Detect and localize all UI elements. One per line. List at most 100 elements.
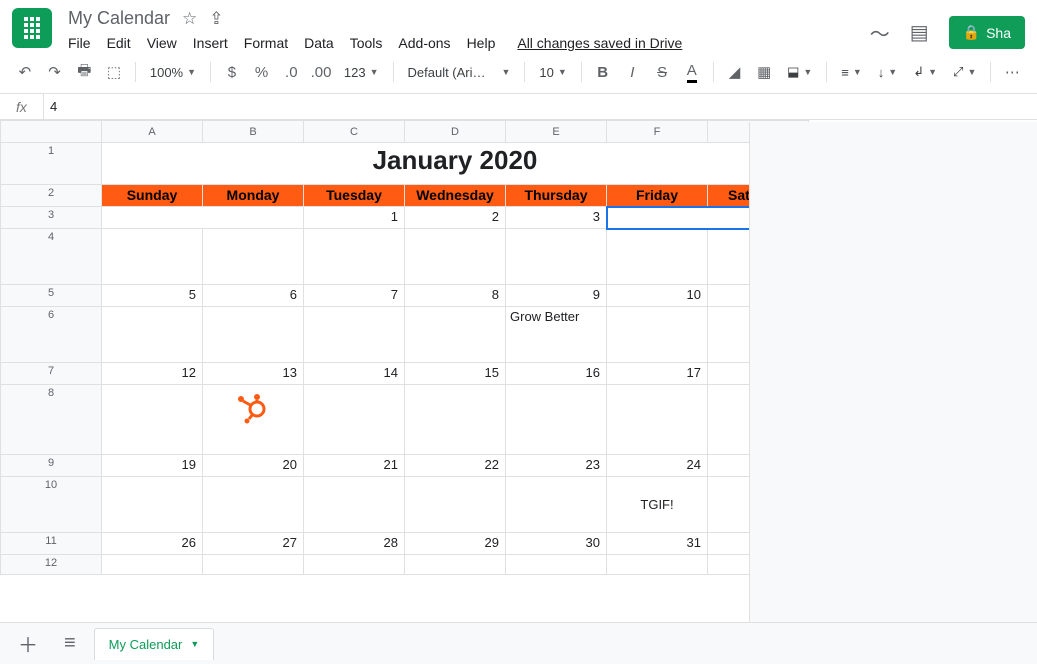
activity-icon[interactable]: 〜 bbox=[870, 18, 890, 47]
save-status[interactable]: All changes saved in Drive bbox=[517, 35, 682, 51]
cell[interactable] bbox=[102, 207, 304, 229]
row-header-8[interactable]: 8 bbox=[1, 385, 102, 455]
redo-button[interactable]: ↷ bbox=[42, 59, 68, 85]
cell[interactable]: 22 bbox=[405, 455, 506, 477]
cell[interactable] bbox=[304, 477, 405, 533]
cell[interactable]: 1 bbox=[304, 207, 405, 229]
font-size-dropdown[interactable]: 10▼ bbox=[533, 59, 572, 85]
cell[interactable] bbox=[607, 229, 708, 285]
cell[interactable] bbox=[102, 477, 203, 533]
calendar-title-cell[interactable]: January 2020 bbox=[102, 143, 809, 185]
cell[interactable]: 29 bbox=[405, 533, 506, 555]
cell[interactable] bbox=[203, 229, 304, 285]
cell[interactable]: 9 bbox=[506, 285, 607, 307]
merge-button[interactable]: ⬓▼ bbox=[781, 59, 818, 85]
cell[interactable]: 24 bbox=[607, 455, 708, 477]
cell[interactable]: 14 bbox=[304, 363, 405, 385]
cell[interactable]: 3 bbox=[506, 207, 607, 229]
document-title[interactable]: My Calendar bbox=[68, 8, 170, 29]
comments-icon[interactable]: ▤ bbox=[910, 20, 929, 45]
cell[interactable]: 21 bbox=[304, 455, 405, 477]
col-header-C[interactable]: C bbox=[304, 121, 405, 143]
cell[interactable] bbox=[405, 385, 506, 455]
cell[interactable] bbox=[203, 307, 304, 363]
share-button[interactable]: 🔒 Sha bbox=[949, 16, 1025, 49]
fill-color-button[interactable]: ◢ bbox=[722, 59, 748, 85]
star-icon[interactable]: ☆ bbox=[182, 9, 197, 29]
cell[interactable]: 30 bbox=[506, 533, 607, 555]
day-header[interactable]: Wednesday bbox=[405, 185, 506, 207]
empty-grid-area[interactable] bbox=[749, 122, 1037, 622]
menu-help[interactable]: Help bbox=[467, 35, 496, 51]
increase-decimal-button[interactable]: .00 bbox=[308, 59, 334, 85]
menu-format[interactable]: Format bbox=[244, 35, 288, 51]
day-header[interactable]: Monday bbox=[203, 185, 304, 207]
paint-format-button[interactable]: ⬚ bbox=[101, 59, 127, 85]
cell[interactable] bbox=[102, 229, 203, 285]
print-button[interactable]: 🖶 bbox=[71, 59, 97, 85]
cell[interactable] bbox=[506, 385, 607, 455]
cell[interactable]: 20 bbox=[203, 455, 304, 477]
row-header-3[interactable]: 3 bbox=[1, 207, 102, 229]
wrap-button[interactable]: ↲▼ bbox=[907, 59, 943, 85]
strikethrough-button[interactable]: S bbox=[649, 59, 675, 85]
rotate-button[interactable]: ⤢▼ bbox=[947, 59, 982, 85]
cell[interactable]: 10 bbox=[607, 285, 708, 307]
menu-view[interactable]: View bbox=[147, 35, 177, 51]
row-header-5[interactable]: 5 bbox=[1, 285, 102, 307]
more-button[interactable]: ⋯ bbox=[999, 59, 1025, 85]
col-header-F[interactable]: F bbox=[607, 121, 708, 143]
add-sheet-button[interactable]: ＋ bbox=[10, 625, 46, 662]
day-header[interactable]: Friday bbox=[607, 185, 708, 207]
cell[interactable] bbox=[102, 555, 203, 575]
day-header[interactable]: Tuesday bbox=[304, 185, 405, 207]
row-header-10[interactable]: 10 bbox=[1, 477, 102, 533]
italic-button[interactable]: I bbox=[620, 59, 646, 85]
cell[interactable]: 28 bbox=[304, 533, 405, 555]
col-header-B[interactable]: B bbox=[203, 121, 304, 143]
cell[interactable] bbox=[203, 555, 304, 575]
cell[interactable] bbox=[405, 307, 506, 363]
cell[interactable]: 26 bbox=[102, 533, 203, 555]
cell[interactable] bbox=[506, 229, 607, 285]
h-align-button[interactable]: ≡▼ bbox=[835, 59, 868, 85]
row-header-1[interactable]: 1 bbox=[1, 143, 102, 185]
cell[interactable]: 2 bbox=[405, 207, 506, 229]
cell[interactable] bbox=[506, 477, 607, 533]
decrease-decimal-button[interactable]: .0 bbox=[278, 59, 304, 85]
number-format-dropdown[interactable]: 123▼ bbox=[338, 59, 385, 85]
text-color-button[interactable]: A bbox=[679, 59, 705, 85]
row-header-6[interactable]: 6 bbox=[1, 307, 102, 363]
menu-addons[interactable]: Add-ons bbox=[398, 35, 450, 51]
cell[interactable]: Grow Better bbox=[506, 307, 607, 363]
cell[interactable]: 16 bbox=[506, 363, 607, 385]
cell[interactable] bbox=[304, 385, 405, 455]
cell[interactable] bbox=[607, 385, 708, 455]
all-sheets-button[interactable]: ≡ bbox=[56, 628, 84, 659]
cell[interactable] bbox=[203, 385, 304, 455]
menu-insert[interactable]: Insert bbox=[193, 35, 228, 51]
spreadsheet-grid[interactable]: A B C D E F G 1 January 2020 2 Sunday Mo… bbox=[0, 120, 809, 575]
cell[interactable] bbox=[405, 555, 506, 575]
menu-file[interactable]: File bbox=[68, 35, 91, 51]
row-header-12[interactable]: 12 bbox=[1, 555, 102, 575]
select-all-corner[interactable] bbox=[1, 121, 102, 143]
row-header-4[interactable]: 4 bbox=[1, 229, 102, 285]
cell[interactable]: 23 bbox=[506, 455, 607, 477]
cell[interactable] bbox=[102, 307, 203, 363]
v-align-button[interactable]: ↓▼ bbox=[872, 59, 903, 85]
cell[interactable] bbox=[102, 385, 203, 455]
menu-tools[interactable]: Tools bbox=[350, 35, 383, 51]
cell[interactable] bbox=[405, 477, 506, 533]
row-header-11[interactable]: 11 bbox=[1, 533, 102, 555]
cell[interactable] bbox=[304, 555, 405, 575]
sheets-logo[interactable] bbox=[12, 8, 52, 48]
zoom-dropdown[interactable]: 100%▼ bbox=[144, 59, 202, 85]
cell[interactable] bbox=[405, 229, 506, 285]
cell[interactable]: 19 bbox=[102, 455, 203, 477]
formula-input[interactable]: 4 bbox=[44, 99, 57, 114]
col-header-A[interactable]: A bbox=[102, 121, 203, 143]
undo-button[interactable]: ↶ bbox=[12, 59, 38, 85]
cell[interactable]: 27 bbox=[203, 533, 304, 555]
cell[interactable] bbox=[304, 307, 405, 363]
